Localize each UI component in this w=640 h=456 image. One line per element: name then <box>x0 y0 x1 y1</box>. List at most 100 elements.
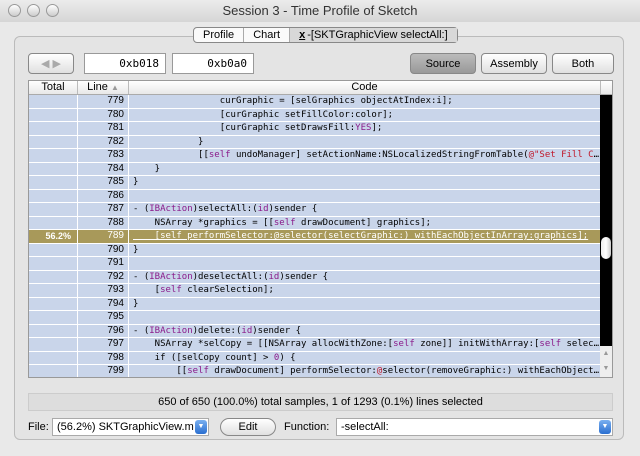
total-cell <box>29 243 78 256</box>
tab-chart[interactable]: Chart <box>244 28 291 42</box>
file-popup-value: (56.2%) SKTGraphicView.m <box>57 421 194 433</box>
code-cell: if ([selCopy count] > 0) { <box>129 352 601 365</box>
code-token: NSArray *graphics = [[ <box>133 217 274 228</box>
line-cell: 792 <box>78 270 129 283</box>
column-header-code[interactable]: Code <box>129 81 601 94</box>
table-row[interactable]: 792- (IBAction)deselectAll:(id)sender { <box>29 270 612 284</box>
code-token: self <box>393 339 415 349</box>
tab-function[interactable]: x -[SKTGraphicView selectAll:] <box>290 28 457 42</box>
address-end-field[interactable]: 0xb0a0 <box>172 53 254 74</box>
scroll-down-icon[interactable]: ▼ <box>600 361 612 376</box>
total-cell <box>29 351 78 364</box>
table-row[interactable]: 798 if ([selCopy count] > 0) { <box>29 351 612 365</box>
scroll-arrows[interactable]: ▲ ▼ <box>600 346 612 377</box>
line-cell: 795 <box>78 311 129 324</box>
zoom-window-button[interactable] <box>46 4 59 17</box>
table-row[interactable]: 790} <box>29 243 612 257</box>
function-label: Function: <box>284 421 330 433</box>
total-cell <box>29 270 78 283</box>
code-token: curGraphic = [selGraphics objectAtIndex:… <box>133 96 453 106</box>
total-cell <box>29 297 78 310</box>
code-token: )sender { <box>252 325 302 336</box>
vertical-scrollbar[interactable]: ▲ ▼ <box>600 95 612 377</box>
title-bar: Session 3 - Time Profile of Sketch <box>0 0 640 22</box>
total-cell <box>29 257 78 270</box>
forward-arrow-icon[interactable]: ▶ <box>53 58 61 70</box>
address-start-field[interactable]: 0xb018 <box>84 53 166 74</box>
table-row[interactable]: 796- (IBAction)delete:(id)sender { <box>29 324 612 338</box>
chevron-down-icon[interactable]: ▼ <box>599 420 611 434</box>
function-popup[interactable]: -selectAll: ▼ <box>336 418 613 436</box>
code-token: IBAction <box>149 325 193 336</box>
function-popup-value: -selectAll: <box>341 421 389 433</box>
file-popup[interactable]: (56.2%) SKTGraphicView.m ▼ <box>52 418 209 436</box>
code-token: )deselectAll:( <box>192 271 269 282</box>
tab-profile[interactable]: Profile <box>194 28 245 42</box>
code-token: self <box>187 366 209 376</box>
code-token: } <box>133 244 139 255</box>
code-cell: [self clearSelection]; <box>129 284 601 297</box>
total-cell <box>29 324 78 337</box>
code-token: if ([selCopy count] > <box>133 352 274 363</box>
code-token: id <box>257 204 269 214</box>
assembly-button[interactable]: Assembly <box>481 53 547 74</box>
line-cell: 791 <box>78 257 129 270</box>
close-window-button[interactable] <box>8 4 21 17</box>
code-cell: NSArray *graphics = [[self drawDocument]… <box>129 217 601 230</box>
source-button[interactable]: Source <box>410 53 476 74</box>
code-token: zone]] initWithArray:[ <box>414 339 540 349</box>
table-row[interactable]: 793 [self clearSelection]; <box>29 284 612 298</box>
code-token: [curGraphic setFillColor:color]; <box>133 109 394 120</box>
table-row[interactable]: 788 NSArray *graphics = [[self drawDocum… <box>29 216 612 230</box>
line-cell: 786 <box>78 189 129 202</box>
scroll-thumb[interactable] <box>601 237 611 259</box>
code-token: id <box>241 325 253 336</box>
code-token: NSArray *selCopy = [[NSArray allocWithZo… <box>133 339 394 349</box>
back-forward-buttons[interactable]: ◀ ▶ <box>28 53 74 74</box>
both-button[interactable]: Both <box>552 53 614 74</box>
total-cell <box>29 203 78 216</box>
table-row[interactable]: 781 [curGraphic setDrawsFill:YES]; <box>29 122 612 136</box>
table-row[interactable]: 783 [[self undoManager] setActionName:NS… <box>29 149 612 163</box>
source-table: Total Line ▲ Code 779 curGraphic = [selG… <box>28 80 613 378</box>
table-row[interactable]: 794} <box>29 297 612 311</box>
total-cell <box>29 338 78 351</box>
table-row[interactable]: 56.2% 789 [self performSelector:@selector… <box>29 230 612 244</box>
table-row[interactable]: 779 curGraphic = [selGraphics objectAtIn… <box>29 95 612 109</box>
back-arrow-icon[interactable]: ◀ <box>41 58 49 70</box>
chevron-down-icon[interactable]: ▼ <box>195 420 207 434</box>
total-cell <box>29 135 78 148</box>
total-cell <box>29 122 78 135</box>
code-token: IBAction <box>149 271 193 282</box>
code-token: self <box>160 285 182 295</box>
code-cell: } <box>129 136 601 149</box>
code-cell: - (IBAction)deselectAll:(id)sender { <box>129 271 601 284</box>
table-row[interactable]: 785} <box>29 176 612 190</box>
table-row[interactable]: 782 } <box>29 135 612 149</box>
edit-button[interactable]: Edit <box>220 418 276 436</box>
table-row[interactable]: 799 [[self drawDocument] performSelector… <box>29 365 612 377</box>
code-cell: } <box>129 298 601 311</box>
code-token: self <box>273 217 296 228</box>
code-cell: [self performSelector:@selector(selectGr… <box>129 230 601 243</box>
total-cell <box>29 284 78 297</box>
minimize-window-button[interactable] <box>27 4 40 17</box>
column-header-total[interactable]: Total <box>29 81 78 94</box>
total-cell <box>29 108 78 121</box>
code-token: ) { <box>279 352 296 363</box>
table-row[interactable]: 791 <box>29 257 612 271</box>
column-header-line[interactable]: Line ▲ <box>78 81 129 94</box>
scroll-up-icon[interactable]: ▲ <box>600 346 612 361</box>
line-cell: 780 <box>78 108 129 121</box>
table-row[interactable]: 786 <box>29 189 612 203</box>
table-row[interactable]: 795 <box>29 311 612 325</box>
code-token: } <box>133 163 161 174</box>
table-row[interactable]: 787- (IBAction)selectAll:(id)sender { <box>29 203 612 217</box>
code-token: drawDocument] graphics]; <box>295 217 432 228</box>
code-cell: } <box>129 176 601 189</box>
tab-close-icon[interactable]: x <box>299 29 305 41</box>
table-row[interactable]: 780 [curGraphic setFillColor:color]; <box>29 108 612 122</box>
table-row[interactable]: 797 NSArray *selCopy = [[NSArray allocWi… <box>29 338 612 352</box>
table-row[interactable]: 784 } <box>29 162 612 176</box>
code-cell: curGraphic = [selGraphics objectAtIndex:… <box>129 95 601 108</box>
